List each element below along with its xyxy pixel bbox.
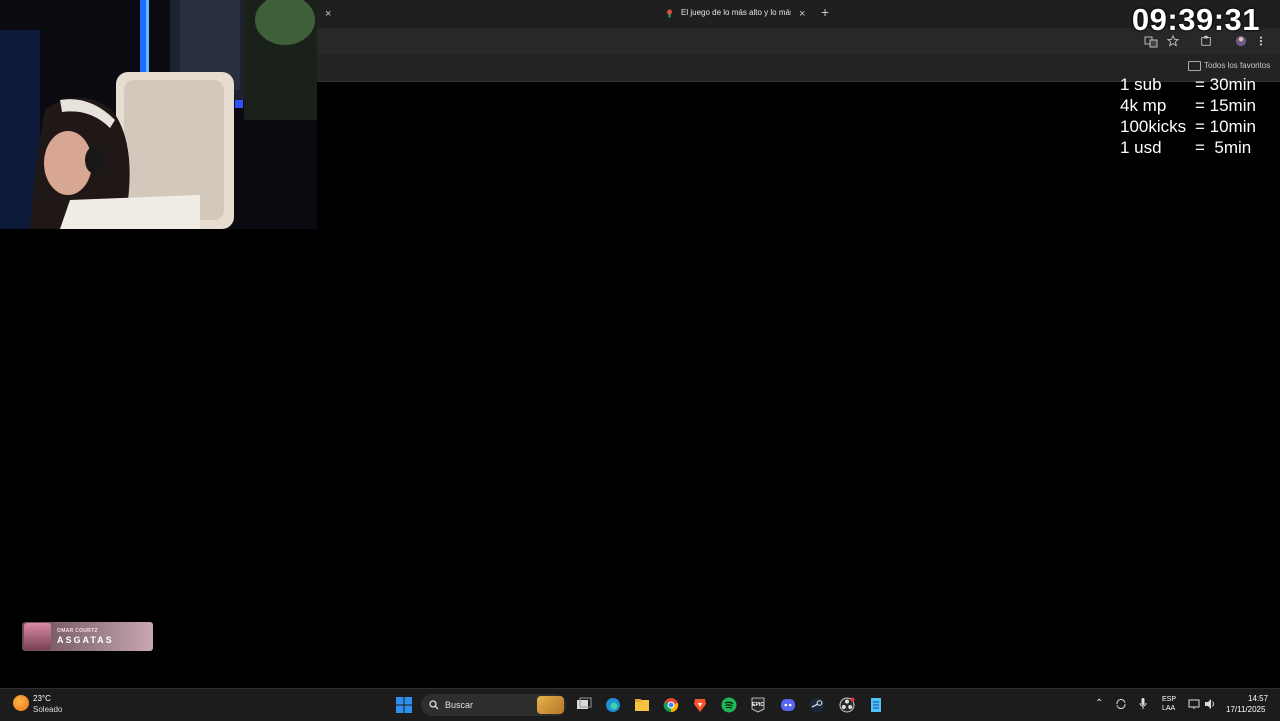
network-icon[interactable] bbox=[1188, 698, 1200, 710]
all-bookmarks-link[interactable]: Todos los favoritos bbox=[1204, 61, 1270, 70]
search-placeholder: Buscar bbox=[445, 700, 474, 710]
rate-label: 4k mp bbox=[1120, 96, 1167, 115]
file-explorer-icon[interactable] bbox=[634, 697, 650, 713]
folder-icon[interactable] bbox=[1188, 61, 1201, 71]
rate-label: 1 usd bbox=[1120, 138, 1162, 157]
rate-row: 4k mp = 15min bbox=[1120, 95, 1270, 116]
weather-temperature[interactable]: 23°C bbox=[33, 694, 51, 703]
rate-label: 1 sub bbox=[1120, 75, 1162, 94]
task-view-icon[interactable] bbox=[576, 697, 592, 713]
alert-title: ASGATAS bbox=[57, 635, 114, 645]
subathon-timer: 09:39:31 bbox=[1131, 2, 1260, 37]
stream-alert-banner: OMAR COURTZ ASGATAS bbox=[22, 622, 153, 651]
subathon-rates: 1 sub = 30min 4k mp = 15min 100kicks = 10mi… bbox=[1120, 74, 1270, 158]
clock-time[interactable]: 14:57 bbox=[1248, 694, 1268, 703]
svg-text:EPIC: EPIC bbox=[752, 702, 764, 708]
rate-row: 100kicks = 10min bbox=[1120, 116, 1270, 137]
rate-row: 1 usd = 5min bbox=[1120, 137, 1270, 158]
close-previous-tab-button[interactable]: × bbox=[325, 8, 331, 20]
rate-label: 100kicks bbox=[1120, 117, 1187, 136]
discord-icon[interactable] bbox=[780, 697, 796, 713]
webcam-image bbox=[0, 0, 317, 229]
tab-favicon-icon bbox=[667, 9, 672, 18]
tab-title: El juego de lo más alto y lo más bbox=[681, 8, 791, 17]
rate-value: = 10min bbox=[1195, 117, 1256, 136]
rate-value: = 15min bbox=[1195, 96, 1256, 115]
epic-games-icon[interactable]: EPIC bbox=[750, 697, 766, 713]
keyboard-language[interactable]: ESP bbox=[1162, 696, 1176, 703]
webcam-feed bbox=[0, 0, 317, 229]
obs-icon[interactable] bbox=[839, 697, 855, 713]
microphone-icon[interactable] bbox=[1139, 697, 1147, 711]
rate-row: 1 sub = 30min bbox=[1120, 74, 1270, 95]
weather-description[interactable]: Soleado bbox=[33, 705, 62, 714]
taskbar-search-box[interactable]: Buscar bbox=[421, 694, 566, 716]
notepad-icon[interactable] bbox=[868, 697, 884, 713]
clock-date[interactable]: 17/11/2025 bbox=[1226, 705, 1265, 714]
browser-tab-active[interactable]: El juego de lo más alto y lo más × bbox=[656, 3, 814, 25]
chrome-icon[interactable] bbox=[663, 697, 679, 713]
alert-avatar bbox=[24, 623, 51, 650]
sync-icon[interactable] bbox=[1115, 698, 1127, 710]
windows-taskbar: 23°C Soleado Buscar EPIC ⌃ ESP LAA 14:57… bbox=[0, 688, 1280, 721]
rate-value: = 5min bbox=[1195, 138, 1252, 157]
search-icon bbox=[429, 700, 439, 710]
alert-subtitle: OMAR COURTZ bbox=[57, 628, 98, 634]
close-tab-button[interactable]: × bbox=[799, 8, 805, 20]
volume-icon[interactable] bbox=[1204, 698, 1216, 710]
brave-icon[interactable] bbox=[692, 697, 708, 713]
tray-overflow-chevron-icon[interactable]: ⌃ bbox=[1095, 698, 1103, 709]
keyboard-layout[interactable]: LAA bbox=[1162, 705, 1175, 712]
edge-icon[interactable] bbox=[605, 697, 621, 713]
windows-start-icon[interactable] bbox=[396, 697, 412, 713]
new-tab-button[interactable]: + bbox=[821, 5, 829, 19]
spotify-icon[interactable] bbox=[721, 697, 737, 713]
search-highlight-icon bbox=[537, 696, 564, 714]
steam-icon[interactable] bbox=[809, 697, 825, 713]
weather-sun-icon[interactable] bbox=[13, 695, 29, 711]
rate-value: = 30min bbox=[1195, 75, 1256, 94]
